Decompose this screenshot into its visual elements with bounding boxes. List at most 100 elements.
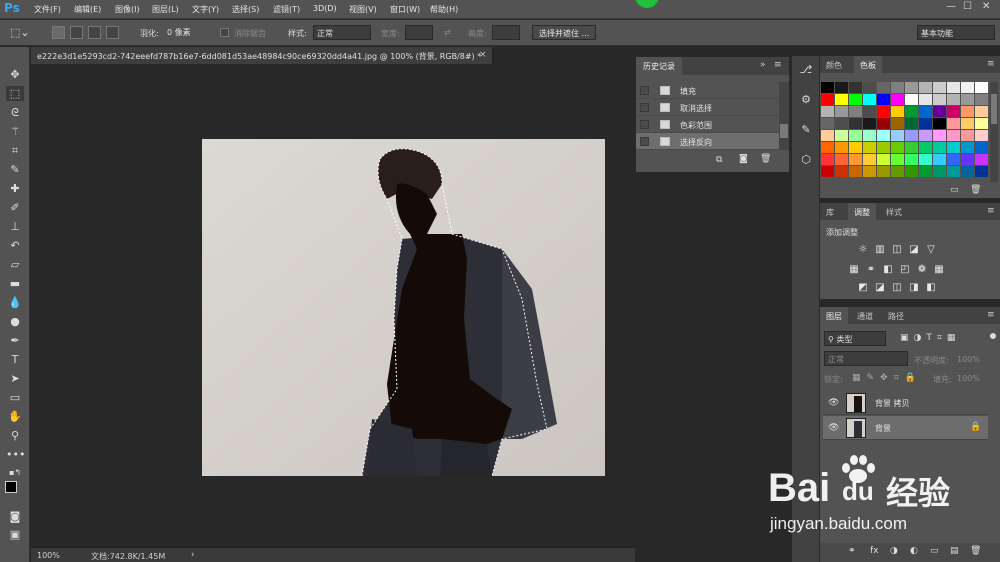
maximize-button[interactable]: ☐ (963, 1, 972, 12)
brush-tool-icon[interactable]: ✐ (6, 200, 24, 215)
select-and-mask-button[interactable]: 选择并遮住 ... (532, 25, 597, 40)
color-swatch[interactable] (877, 118, 890, 129)
color-swatch[interactable] (877, 94, 890, 105)
menu-edit[interactable]: 编辑(E) (74, 4, 101, 15)
exposure-icon[interactable]: ◪ (908, 245, 920, 255)
history-source-checkbox[interactable] (640, 86, 649, 95)
color-swatch[interactable] (863, 82, 876, 93)
history-source-checkbox[interactable] (640, 137, 649, 146)
width-input[interactable] (405, 25, 433, 40)
color-swatch[interactable] (975, 154, 988, 165)
photo-filter-icon[interactable]: ◰ (899, 265, 911, 275)
foreground-color-swatch[interactable] (5, 481, 17, 493)
zoom-tool-icon[interactable]: ⚲ (6, 428, 24, 443)
minimize-button[interactable]: — (946, 1, 956, 12)
history-item[interactable]: 填充 (636, 82, 779, 99)
color-swatch[interactable] (975, 130, 988, 141)
history-source-checkbox[interactable] (640, 103, 649, 112)
color-swatch[interactable] (961, 82, 974, 93)
scrollbar-thumb[interactable] (780, 124, 788, 138)
color-swatch[interactable] (849, 130, 862, 141)
tab-layers[interactable]: 图层 (820, 307, 848, 324)
new-swatch-icon[interactable]: ▭ (950, 185, 959, 195)
brush-settings-icon[interactable]: ✎ (797, 122, 815, 138)
color-swatch[interactable] (891, 82, 904, 93)
panel-menu-icon[interactable]: ≡ (987, 206, 995, 216)
menu-select[interactable]: 选择(S) (232, 4, 259, 15)
tab-swatches[interactable]: 色板 (854, 56, 882, 73)
color-swatch[interactable] (947, 106, 960, 117)
color-swatch[interactable] (975, 142, 988, 153)
color-swatch[interactable] (975, 166, 988, 177)
color-swatch[interactable] (835, 118, 848, 129)
curves-icon[interactable]: ◫ (891, 245, 903, 255)
color-swatch[interactable] (863, 118, 876, 129)
layer-filter-icons[interactable]: ▣◑T⌗▦ (900, 333, 960, 343)
pen-tool-icon[interactable]: ✒ (6, 333, 24, 348)
color-swatch[interactable] (891, 142, 904, 153)
close-document-icon[interactable]: × (479, 50, 487, 60)
brightness-contrast-icon[interactable]: ☼ (857, 245, 869, 255)
menu-window[interactable]: 窗口(W) (390, 4, 420, 15)
tab-channels[interactable]: 通道 (851, 307, 879, 324)
levels-icon[interactable]: ▥ (874, 245, 886, 255)
history-item-selected[interactable]: 选择反向 (636, 133, 779, 150)
color-swatch[interactable] (849, 142, 862, 153)
panel-menu-icon[interactable]: ≡ (987, 59, 995, 69)
color-swatch[interactable] (877, 166, 890, 177)
crop-tool-icon[interactable]: ⌗ (6, 143, 24, 158)
layer-name[interactable]: 背景 拷贝 (875, 398, 910, 409)
menu-file[interactable]: 文件(F) (34, 4, 61, 15)
color-swatch[interactable] (877, 82, 890, 93)
blur-tool-icon[interactable]: 💧 (6, 295, 24, 310)
filter-toggle-icon[interactable] (990, 333, 996, 339)
tab-paths[interactable]: 路径 (882, 307, 910, 324)
color-swatch[interactable] (849, 94, 862, 105)
color-swatch[interactable] (905, 130, 918, 141)
vibrance-icon[interactable]: ▽ (925, 245, 937, 255)
blend-mode-select[interactable]: 正常 (824, 351, 908, 366)
color-swatch[interactable] (947, 118, 960, 129)
color-swatch[interactable] (835, 94, 848, 105)
color-swatch[interactable] (961, 154, 974, 165)
layer-filter-select[interactable]: ⚲ 类型 (824, 331, 886, 346)
history-panel-icon[interactable]: ⎇ (797, 62, 815, 78)
new-layer-icon[interactable]: ▤ (950, 546, 959, 556)
color-swatch[interactable] (835, 130, 848, 141)
color-swatch[interactable] (891, 106, 904, 117)
layer-style-icon[interactable]: fx (870, 546, 879, 556)
color-swatch[interactable] (835, 142, 848, 153)
rectangle-tool-icon[interactable]: ▭ (6, 390, 24, 405)
history-tab[interactable]: 历史记录 (636, 57, 682, 75)
color-swatch[interactable] (891, 166, 904, 177)
color-swatch[interactable] (919, 166, 932, 177)
color-swatch[interactable] (919, 82, 932, 93)
color-swatch[interactable] (961, 142, 974, 153)
panel-menu-icon[interactable]: ≡ (774, 60, 782, 70)
close-button[interactable]: ✕ (982, 1, 990, 12)
color-swatch[interactable] (919, 118, 932, 129)
color-swatch[interactable] (849, 106, 862, 117)
color-swatch[interactable] (849, 118, 862, 129)
menu-type[interactable]: 文字(Y) (192, 4, 219, 15)
color-swatch[interactable] (905, 142, 918, 153)
status-menu-arrow[interactable]: › (191, 550, 195, 560)
color-swatch[interactable] (877, 106, 890, 117)
color-swatch[interactable] (891, 94, 904, 105)
menu-image[interactable]: 图像(I) (115, 4, 140, 15)
default-colors-icon[interactable]: ▪↰ (6, 465, 24, 480)
new-selection-icon[interactable] (52, 26, 65, 39)
feather-input[interactable]: 0 像素 (164, 25, 212, 40)
color-swatch[interactable] (863, 166, 876, 177)
color-swatch[interactable] (877, 154, 890, 165)
opacity-input[interactable]: 100% (957, 355, 980, 364)
color-swatch[interactable] (905, 94, 918, 105)
screen-mode-icon[interactable]: ▣ (6, 527, 24, 542)
marquee-tool-icon[interactable]: ⬚ (6, 86, 24, 101)
invert-icon[interactable]: ◩ (857, 283, 869, 293)
healing-brush-tool-icon[interactable]: ✚ (6, 181, 24, 196)
color-swatch[interactable] (835, 106, 848, 117)
color-swatch[interactable] (877, 142, 890, 153)
color-swatch[interactable] (821, 130, 834, 141)
menu-view[interactable]: 视图(V) (349, 4, 377, 15)
